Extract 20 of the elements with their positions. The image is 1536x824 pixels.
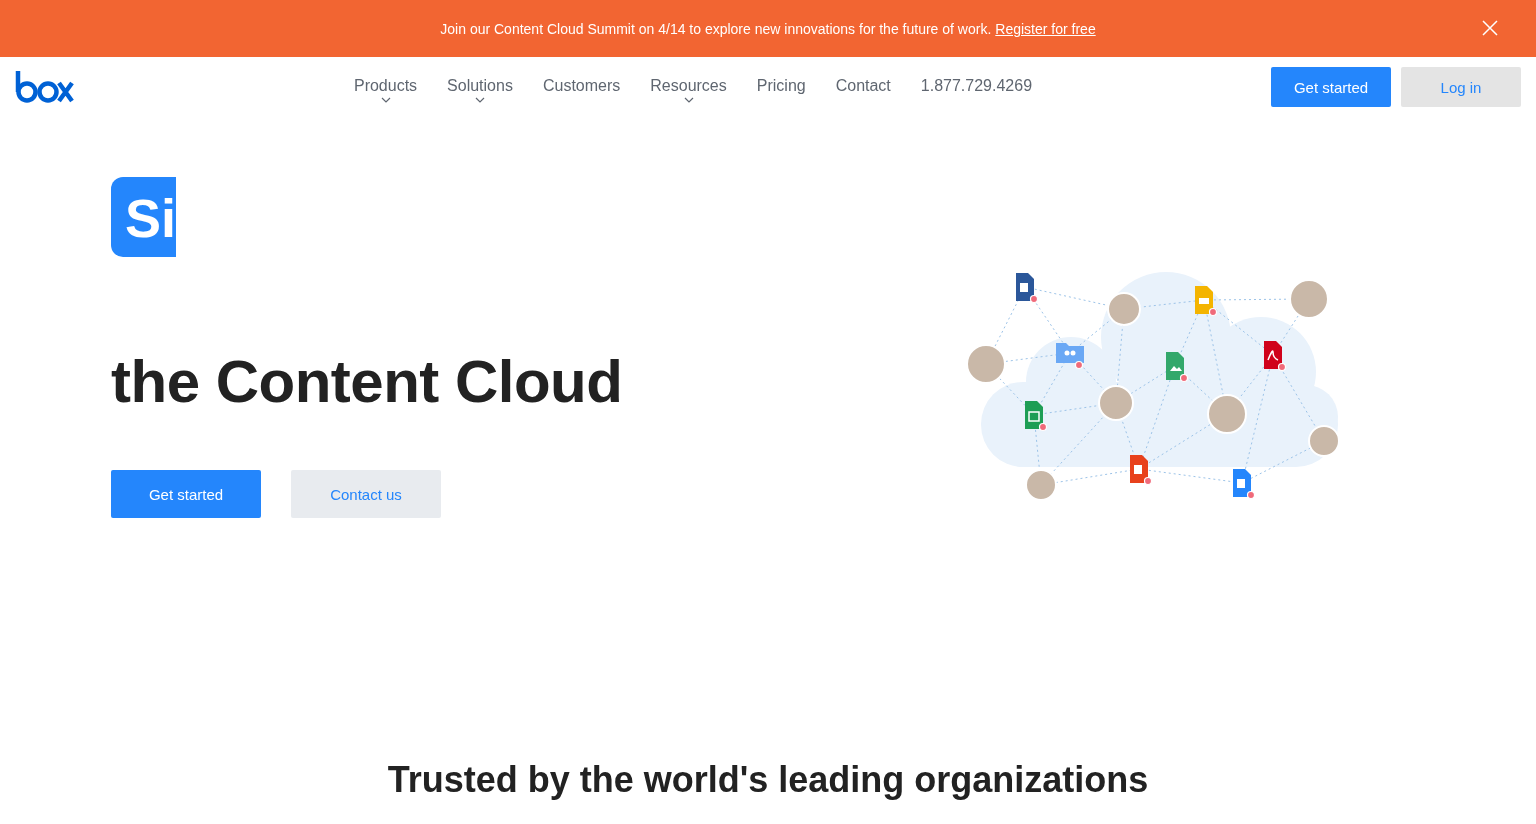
nav-link[interactable]: Contact [835,77,891,103]
typed-word: Si [111,177,177,257]
contact-button[interactable]: Contact us [291,470,441,518]
chevron-down-icon [380,97,391,103]
register-link[interactable]: Register for free [995,20,1096,37]
logo-icon[interactable] [15,70,75,104]
nav-link[interactable]: Resources [650,77,727,103]
get-started-button[interactable]: Get started [111,470,261,518]
nav-link[interactable]: 1.877.729.4269 [920,77,1033,103]
chevron-down-icon [475,97,485,103]
nav-link[interactable]: Products [353,77,418,103]
close-icon[interactable] [1482,20,1498,36]
banner-text: Join our Content Cloud Summit on 4/14 to explore new innovations for the future of work. [440,20,992,37]
nav-link[interactable]: Customers [542,77,621,103]
nav-link[interactable]: Solutions [447,77,513,103]
section-heading: Trusted by the world's leading organizations [386,759,1150,801]
chevron-down-icon [683,97,694,103]
hero-heading: the Content Cloud [111,347,623,416]
nav-link[interactable]: Pricing [756,77,806,103]
get-started-button[interactable]: Get started [1271,67,1391,107]
